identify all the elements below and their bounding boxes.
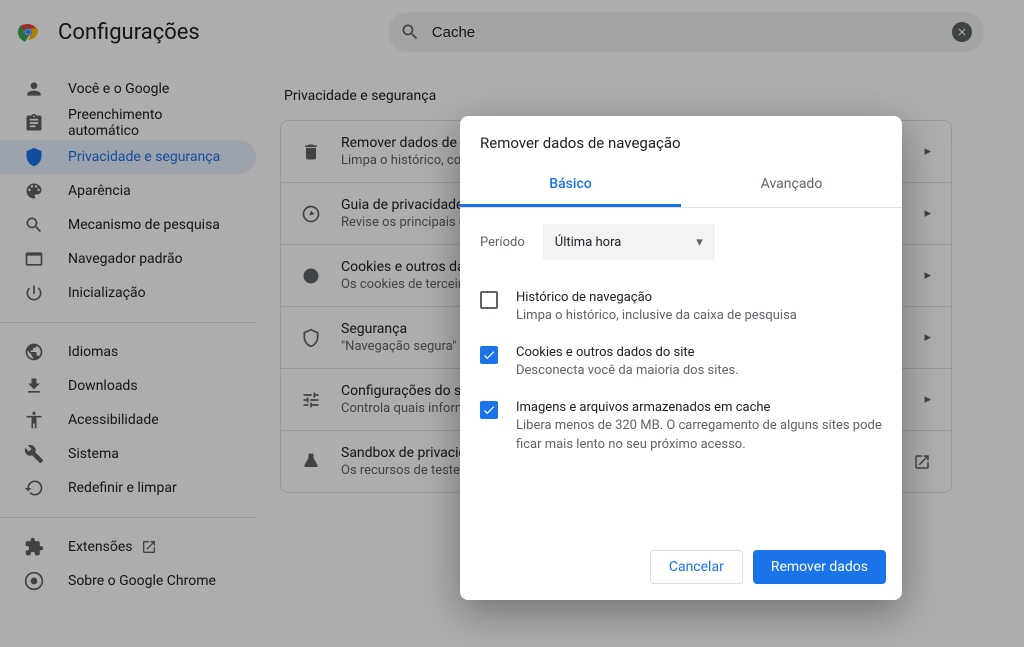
option-desc: Libera menos de 320 MB. O carregamento d… <box>516 417 882 453</box>
confirm-button[interactable]: Remover dados <box>753 550 886 584</box>
clear-data-dialog: Remover dados de navegação Básico Avança… <box>460 116 902 600</box>
option-desc: Desconecta você da maioria dos sites. <box>516 362 739 380</box>
checkbox[interactable] <box>480 291 498 309</box>
option-desc: Limpa o histórico, inclusive da caixa de… <box>516 307 797 325</box>
checkbox[interactable] <box>480 401 498 419</box>
period-label: Período <box>480 235 525 250</box>
option-title: Cookies e outros dados do site <box>516 345 739 360</box>
option-cookies[interactable]: Cookies e outros dados do site Desconecta… <box>480 335 882 390</box>
chevron-down-icon: ▾ <box>696 235 703 250</box>
option-title: Imagens e arquivos armazenados em cache <box>516 400 882 415</box>
checkbox[interactable] <box>480 346 498 364</box>
tab-advanced[interactable]: Avançado <box>681 166 902 207</box>
option-title: Histórico de navegação <box>516 290 797 305</box>
check-icon <box>482 348 496 362</box>
period-select[interactable]: Última hora ▾ <box>543 224 715 260</box>
dialog-tabs: Básico Avançado <box>460 166 902 208</box>
check-icon <box>482 403 496 417</box>
dialog-title: Remover dados de navegação <box>460 116 902 166</box>
cancel-button[interactable]: Cancelar <box>650 550 743 584</box>
tab-basic[interactable]: Básico <box>460 166 681 207</box>
period-value: Última hora <box>555 235 622 250</box>
option-cached-images[interactable]: Imagens e arquivos armazenados em cache L… <box>480 390 882 463</box>
option-browsing-history[interactable]: Histórico de navegação Limpa o histórico,… <box>480 280 882 335</box>
